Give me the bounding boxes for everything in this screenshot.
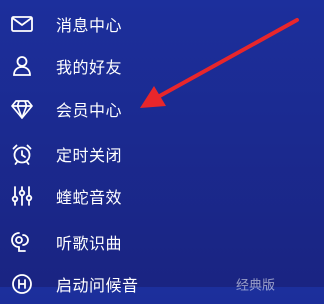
menu-item-startup-greeting[interactable]: 启动问候音 经典版 — [0, 264, 324, 304]
menu-item-message-center[interactable]: 消息中心 — [0, 4, 324, 44]
menu-item-label: 会员中心 — [56, 101, 123, 120]
menu-item-label: 消息中心 — [56, 16, 123, 35]
music-recognition-icon — [10, 230, 34, 254]
greeting-version-tag[interactable]: 经典版 — [236, 275, 275, 294]
mail-icon — [10, 12, 34, 36]
menu-item-vip-center[interactable]: 会员中心 — [0, 89, 324, 129]
menu-item-my-friends[interactable]: 我的好友 — [0, 46, 324, 86]
friends-icon — [10, 54, 34, 78]
menu-item-label: 听歌识曲 — [56, 234, 123, 253]
side-menu: 消息中心 我的好友 会员中心 定时关闭 蝰蛇音效 听歌识曲 启动问候音 经典版 — [0, 0, 324, 295]
menu-item-label: 蝰蛇音效 — [56, 188, 123, 207]
menu-item-viper-sound[interactable]: 蝰蛇音效 — [0, 176, 324, 216]
menu-item-label: 启动问候音 — [56, 276, 139, 295]
menu-item-sleep-timer[interactable]: 定时关闭 — [0, 134, 324, 174]
diamond-icon — [10, 97, 34, 121]
menu-item-song-recognition[interactable]: 听歌识曲 — [0, 222, 324, 262]
greeting-icon — [10, 272, 34, 296]
alarm-clock-icon — [10, 142, 34, 166]
equalizer-icon — [10, 184, 34, 208]
menu-item-label: 我的好友 — [56, 58, 123, 77]
menu-item-label: 定时关闭 — [56, 146, 123, 165]
